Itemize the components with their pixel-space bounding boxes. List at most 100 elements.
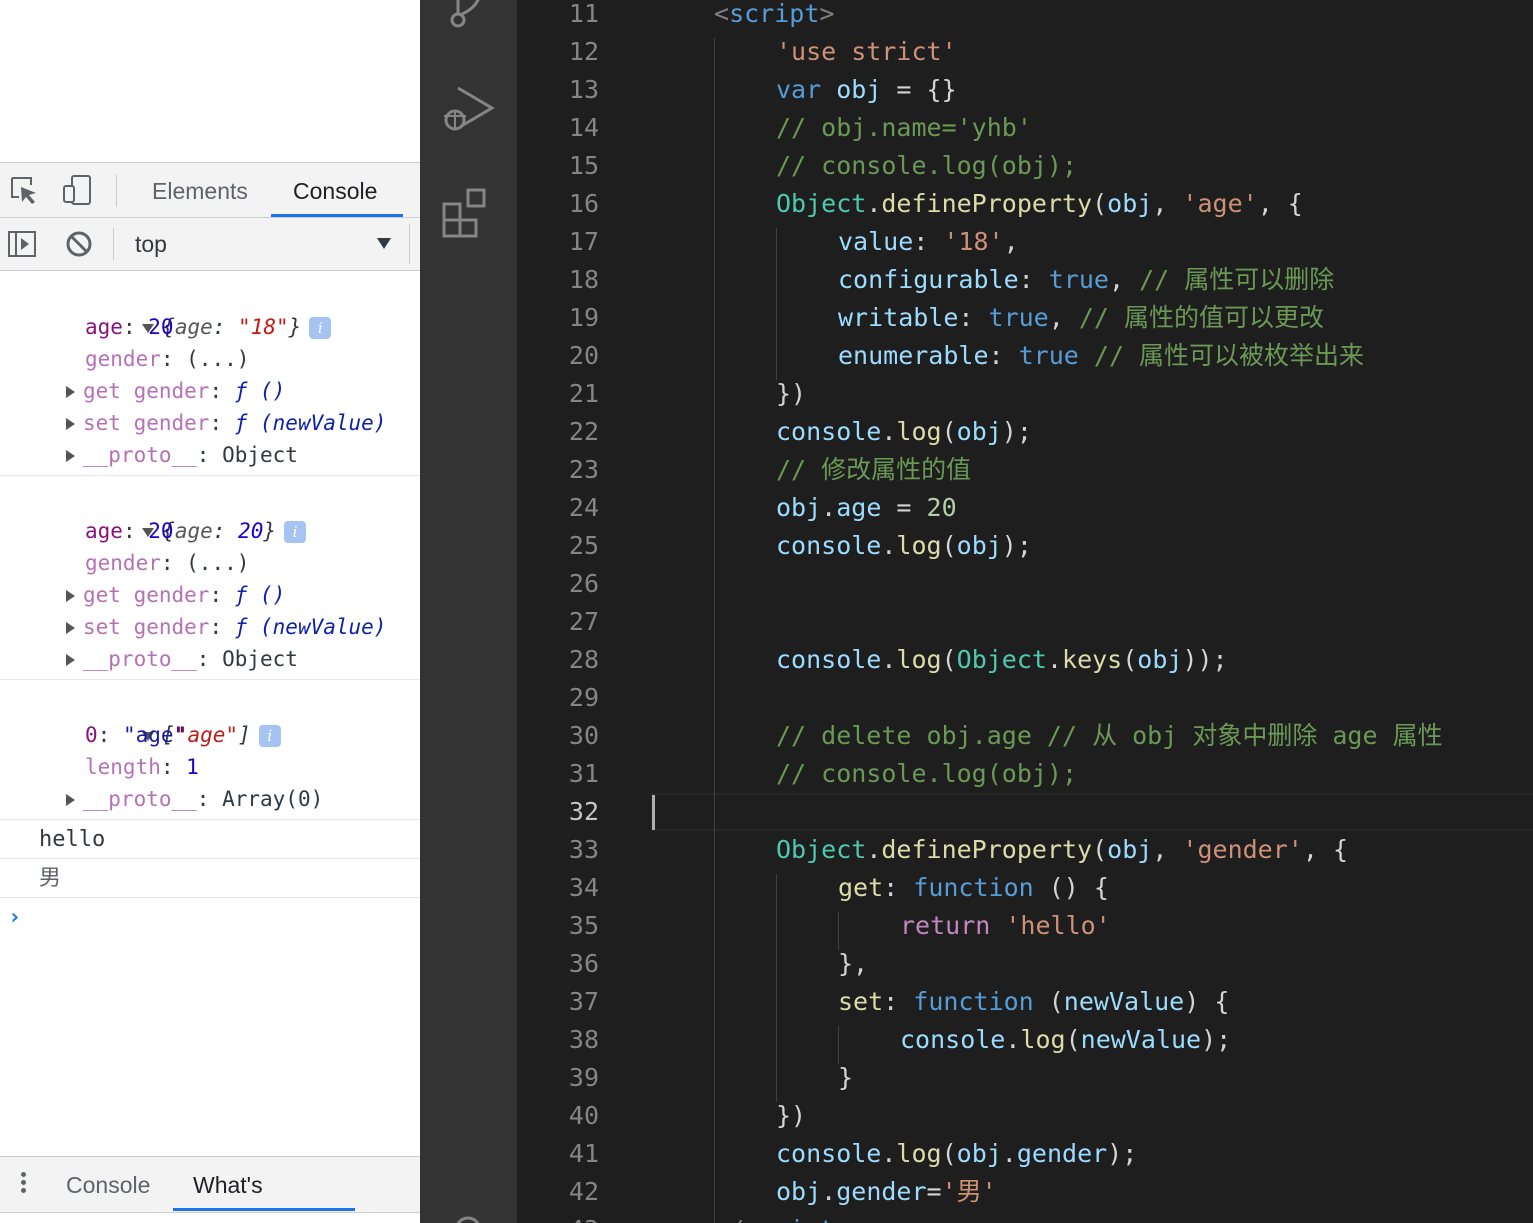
expand-triangle-icon[interactable] xyxy=(66,590,75,602)
line-number: 37 xyxy=(568,987,599,1016)
property-key: gender xyxy=(133,411,210,435)
property-sep: : xyxy=(209,379,235,403)
code-token: log xyxy=(1020,1025,1066,1054)
property-row[interactable]: gender: (...) xyxy=(0,547,420,579)
code-token: > xyxy=(834,1215,849,1223)
property-row[interactable]: set gender: ƒ (newValue) xyxy=(0,407,420,439)
code-token: 'use strict' xyxy=(776,37,957,66)
property-row[interactable]: __proto__: Object xyxy=(0,439,420,471)
property-sep: : xyxy=(160,551,187,575)
clear-console-icon[interactable] xyxy=(62,227,96,261)
code-line-22: console.log(obj); xyxy=(776,413,1032,451)
property-value: "age" xyxy=(122,723,187,747)
property-key: __proto__ xyxy=(83,443,197,467)
property-key: age xyxy=(85,315,123,339)
inspect-element-icon[interactable] xyxy=(7,173,41,207)
property-value: 20 xyxy=(148,315,174,339)
device-toolbar-icon-svg xyxy=(63,175,91,205)
code-token: Object xyxy=(956,645,1047,674)
code-line-34: get: function () { xyxy=(838,869,1109,907)
code-token: newValue xyxy=(1063,987,1185,1016)
code-token: function xyxy=(913,873,1034,902)
property-row[interactable]: set gender: ƒ (newValue) xyxy=(0,611,420,643)
code-token: 20 xyxy=(926,493,957,522)
property-row[interactable]: __proto__: Array(0) xyxy=(0,783,420,815)
extensions-icon[interactable] xyxy=(440,186,496,247)
expand-triangle-icon[interactable] xyxy=(66,654,75,666)
code-editor[interactable]: 11 12 13 14 15 16 17 18 19 20 21 22 23 24 25 26 27 28 29 30… xyxy=(517,0,1533,1223)
property-value: ƒ () xyxy=(234,583,286,607)
code-token: obj xyxy=(956,531,1002,560)
code-line-11: <script> xyxy=(714,0,834,33)
property-row[interactable]: __proto__: Object xyxy=(0,643,420,675)
code-token: } xyxy=(838,1063,854,1092)
show-sidebar-icon[interactable] xyxy=(5,227,39,261)
code-token: )); xyxy=(1182,645,1228,674)
code-token: ); xyxy=(1201,1025,1232,1054)
property-sep: : xyxy=(209,411,235,435)
execution-context-select[interactable]: top xyxy=(120,224,410,264)
expand-triangle-icon[interactable] xyxy=(66,450,75,462)
run-debug-icon[interactable] xyxy=(440,82,496,143)
property-key: gender xyxy=(133,583,210,607)
code-token: // obj.name='yhb' xyxy=(776,113,1032,142)
show-sidebar-icon-svg xyxy=(8,231,36,257)
property-sep: : xyxy=(160,347,187,371)
code-line-36: }, xyxy=(838,945,868,983)
expand-triangle-icon[interactable] xyxy=(66,794,75,806)
code-token: . xyxy=(1005,1025,1021,1054)
prompt-chevron-icon: › xyxy=(8,905,22,930)
code-token: . xyxy=(881,531,897,560)
property-sep: : xyxy=(160,755,187,779)
property-sep: : xyxy=(122,315,149,339)
code-token: 'hello' xyxy=(1005,911,1111,940)
drawer-tab-whats-new[interactable]: What's New× xyxy=(173,1157,355,1211)
property-row[interactable]: get gender: ƒ () xyxy=(0,375,420,407)
code-token: return xyxy=(900,911,991,940)
indent-guide xyxy=(776,874,777,1102)
property-sep: : xyxy=(122,519,149,543)
indent-guide xyxy=(776,228,777,380)
property-row[interactable]: gender: (...) xyxy=(0,343,420,375)
code-token: obj xyxy=(776,1177,822,1206)
tab-elements[interactable]: Elements xyxy=(130,163,270,217)
code-area[interactable]: <script> 'use strict' var obj = {} // ob… xyxy=(651,0,1533,1223)
line-number: 15 xyxy=(568,151,599,180)
code-token: var xyxy=(776,75,822,104)
code-token: ( xyxy=(941,1139,957,1168)
code-token: 'gender' xyxy=(1182,835,1303,864)
code-line-15: // console.log(obj); xyxy=(776,147,1077,185)
tab-console[interactable]: Console xyxy=(271,163,403,217)
code-token: writable xyxy=(838,303,959,332)
more-options-icon[interactable] xyxy=(16,1169,30,1201)
object-summary[interactable]: {age: "18"} i xyxy=(0,279,420,339)
code-token: obj xyxy=(1137,645,1183,674)
code-token: log xyxy=(896,1139,942,1168)
drawer-tab-console[interactable]: Console xyxy=(66,1157,150,1211)
object-summary[interactable]: {age: 20} i xyxy=(0,483,420,543)
console-prompt[interactable]: › xyxy=(0,898,420,938)
property-key: gender xyxy=(133,379,210,403)
array-summary[interactable]: ["age"] i xyxy=(0,687,420,747)
indent-guide xyxy=(714,38,715,1223)
property-row[interactable]: get gender: ƒ () xyxy=(0,579,420,611)
code-token: '18' xyxy=(943,227,1004,256)
code-token: defineProperty xyxy=(881,189,1093,218)
code-token: 'age' xyxy=(1182,189,1258,218)
expand-triangle-icon[interactable] xyxy=(66,386,75,398)
device-toolbar-icon[interactable] xyxy=(60,173,94,207)
code-token: : xyxy=(883,873,914,902)
code-line-30: // delete obj.age // 从 obj 对象中删除 age 属性 xyxy=(776,717,1443,755)
property-value: Object xyxy=(222,647,298,671)
code-line-14: // obj.name='yhb' xyxy=(776,109,1032,147)
code-line-42: obj.gender='男' xyxy=(776,1173,997,1211)
settings-gear-icon[interactable] xyxy=(440,1210,496,1223)
property-value: ƒ () xyxy=(234,379,286,403)
code-token: </ xyxy=(714,1215,744,1223)
code-token: : xyxy=(883,987,914,1016)
source-control-icon[interactable] xyxy=(440,0,496,35)
code-token: true xyxy=(1048,265,1109,294)
expand-triangle-icon[interactable] xyxy=(66,622,75,634)
expand-triangle-icon[interactable] xyxy=(66,418,75,430)
